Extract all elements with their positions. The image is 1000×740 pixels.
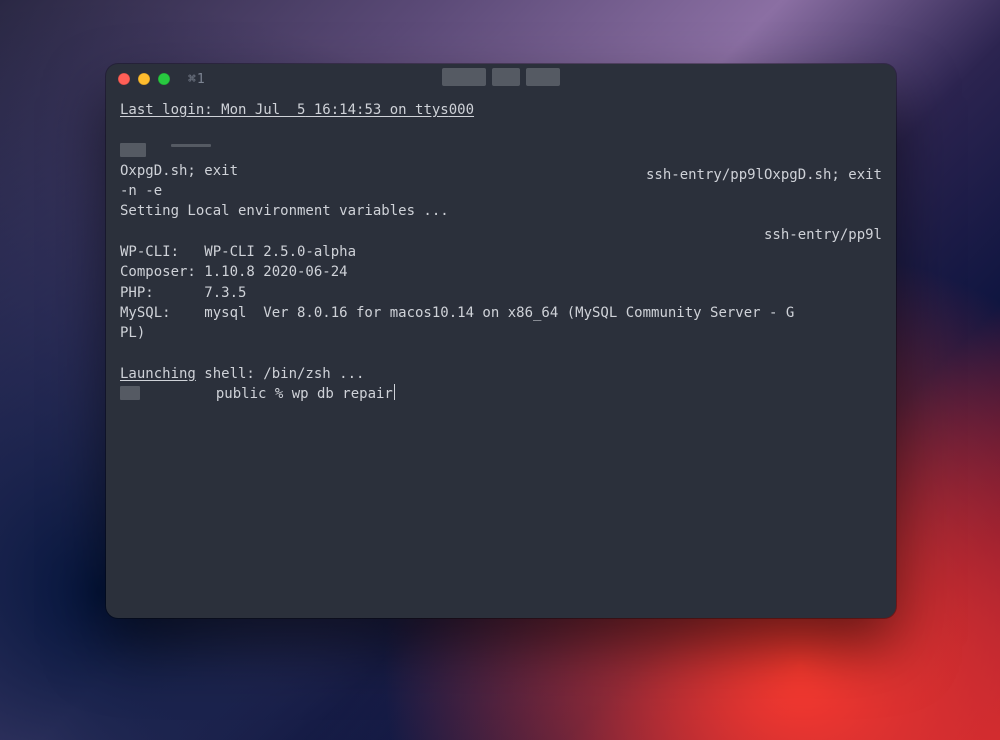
line-php: PHP: 7.3.5 — [120, 285, 246, 301]
window-controls — [118, 73, 170, 85]
zoom-icon[interactable] — [158, 73, 170, 85]
line-oxpgd: OxpgD.sh; exit — [120, 163, 238, 179]
line-mysql: MySQL: mysql Ver 8.0.16 for macos10.14 o… — [120, 305, 794, 321]
terminal-output[interactable]: Last login: Mon Jul 5 16:14:53 on ttys00… — [106, 94, 896, 418]
close-icon[interactable] — [118, 73, 130, 85]
line-setenv: Setting Local environment variables ... — [120, 203, 449, 219]
line-composer: Composer: 1.10.8 2020-06-24 — [120, 264, 348, 280]
desktop-background: ⌘1 ssh-entry/pp9lOxpgD.sh; exit ssh-entr… — [0, 0, 1000, 740]
shell-prompt[interactable]: public % wp db repair — [140, 386, 393, 402]
line-wpcli: WP-CLI: WP-CLI 2.5.0-alpha — [120, 244, 356, 260]
window-titlebar: ⌘1 — [106, 64, 896, 94]
line-mysql-2: PL) — [120, 325, 145, 341]
title-redactions — [442, 68, 560, 86]
line-ne: -n -e — [120, 183, 162, 199]
text-cursor-icon — [394, 384, 395, 400]
line-launching: Launching — [120, 366, 196, 382]
tab-label: ⌘1 — [188, 72, 206, 87]
terminal-window[interactable]: ⌘1 ssh-entry/pp9lOxpgD.sh; exit ssh-entr… — [106, 64, 896, 618]
minimize-icon[interactable] — [138, 73, 150, 85]
last-login-line: Last login: Mon Jul 5 — [120, 102, 305, 118]
